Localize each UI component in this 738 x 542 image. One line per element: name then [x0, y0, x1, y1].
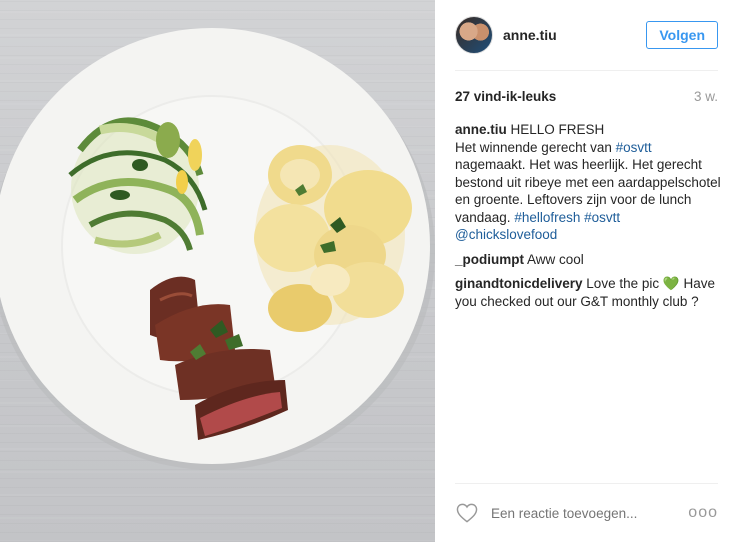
comment-item: _podiumpt Aww cool — [455, 251, 722, 269]
likes-count[interactable]: 27 vind-ik-leuks — [455, 89, 556, 104]
post-stats: 27 vind-ik-leuks 3 w. — [455, 86, 718, 106]
post-photo[interactable] — [0, 0, 435, 542]
comment-text: Love the pic — [586, 276, 660, 291]
comment-author[interactable]: ginandtonicdelivery — [455, 276, 583, 291]
comment-list: anne.tiu HELLO FRESH Het winnende gerech… — [455, 121, 722, 317]
green-heart-emoji: 💚 — [662, 276, 680, 291]
caption-author[interactable]: anne.tiu — [455, 122, 507, 137]
post-footer: ooo — [455, 483, 718, 542]
comment-item: ginandtonicdelivery Love the pic 💚 Have … — [455, 275, 722, 310]
post-age[interactable]: 3 w. — [694, 89, 718, 104]
post-header: anne.tiu Volgen — [455, 0, 718, 71]
hashtag-link[interactable]: #osvtt — [616, 140, 652, 155]
post-sidebar: anne.tiu Volgen 27 vind-ik-leuks 3 w. an… — [435, 0, 738, 542]
hashtag-link[interactable]: #hellofresh — [514, 210, 580, 225]
hashtag-link[interactable]: #osvtt — [584, 210, 620, 225]
mention-link[interactable]: @chickslovefood — [455, 227, 557, 242]
more-options-icon[interactable]: ooo — [688, 504, 718, 522]
food-plate-image — [0, 28, 435, 470]
avatar[interactable] — [455, 16, 493, 54]
username[interactable]: anne.tiu — [503, 27, 646, 43]
comment-text: Aww cool — [527, 251, 584, 267]
follow-button[interactable]: Volgen — [646, 21, 718, 49]
caption: anne.tiu HELLO FRESH Het winnende gerech… — [455, 121, 722, 244]
comment-input[interactable] — [489, 504, 689, 522]
caption-title: HELLO FRESH — [510, 122, 605, 137]
comment-author[interactable]: _podiumpt — [455, 252, 524, 267]
post-container: anne.tiu Volgen 27 vind-ik-leuks 3 w. an… — [0, 0, 738, 542]
heart-outline-icon[interactable] — [455, 501, 479, 525]
caption-text: Het winnende gerecht van — [455, 139, 612, 155]
